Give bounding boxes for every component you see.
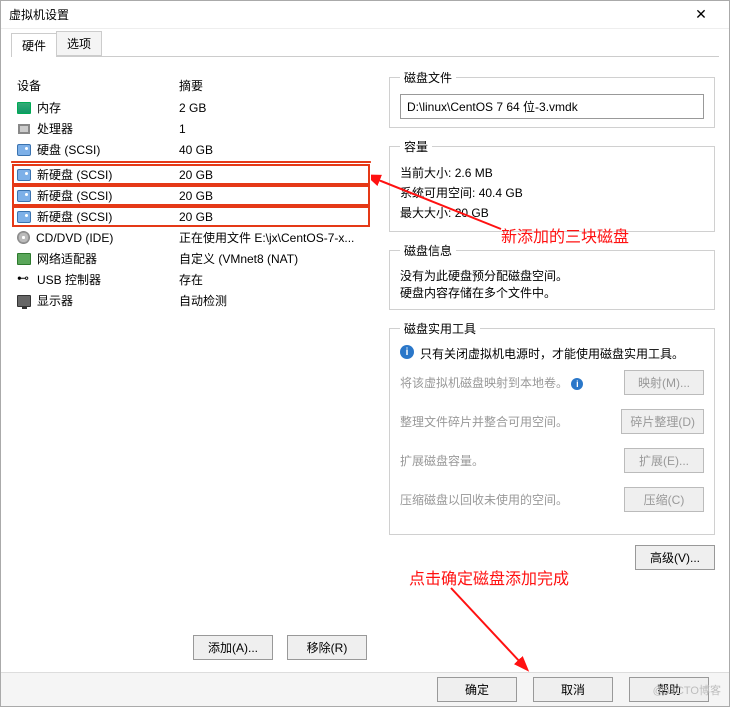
dev-usb-summary: 存在 bbox=[175, 270, 369, 289]
expand-button: 扩展(E)... bbox=[624, 448, 704, 473]
dev-hdd0: 硬盘 (SCSI) bbox=[37, 141, 100, 158]
close-icon[interactable]: ✕ bbox=[681, 6, 721, 23]
info-icon[interactable]: i bbox=[571, 378, 583, 390]
ok-button[interactable]: 确定 bbox=[437, 677, 517, 702]
disk-info-legend: 磁盘信息 bbox=[400, 242, 456, 259]
dev-cd-summary: 正在使用文件 E:\jx\CentOS-7-x... bbox=[175, 228, 369, 247]
compact-text: 压缩磁盘以回收未使用的空间。 bbox=[400, 491, 568, 508]
table-row[interactable]: 新硬盘 (SCSI) 20 GB bbox=[13, 165, 369, 184]
info-icon: i bbox=[400, 345, 414, 359]
display-icon bbox=[17, 295, 31, 307]
col-summary: 摘要 bbox=[175, 75, 369, 96]
device-buttons: 添加(A)... 移除(R) bbox=[193, 635, 367, 660]
table-row[interactable]: 网络适配器 自定义 (VMnet8 (NAT) bbox=[13, 249, 369, 268]
remove-button[interactable]: 移除(R) bbox=[287, 635, 367, 660]
hard-disk-icon bbox=[17, 144, 31, 156]
add-button[interactable]: 添加(A)... bbox=[193, 635, 273, 660]
table-row[interactable]: USB 控制器 存在 bbox=[13, 270, 369, 289]
dev-cpu: 处理器 bbox=[37, 120, 73, 137]
table-row[interactable]: 内存 2 GB bbox=[13, 98, 369, 117]
table-row[interactable]: CD/DVD (IDE) 正在使用文件 E:\jx\CentOS-7-x... bbox=[13, 228, 369, 247]
defrag-text: 整理文件碎片并整合可用空间。 bbox=[400, 413, 568, 430]
memory-icon bbox=[17, 102, 31, 114]
advanced-button[interactable]: 高级(V)... bbox=[635, 545, 715, 570]
dev-hdd2-summary: 20 GB bbox=[175, 186, 369, 205]
table-row[interactable]: 显示器 自动检测 bbox=[13, 291, 369, 310]
dialog-footer: 确定 取消 帮助 bbox=[1, 672, 729, 706]
vm-settings-window: 虚拟机设置 ✕ 硬件 选项 设备 摘要 内存 2 GB bbox=[0, 0, 730, 707]
table-row[interactable]: 新硬盘 (SCSI) 20 GB bbox=[13, 186, 369, 205]
device-table: 设备 摘要 内存 2 GB 处理器 1 硬盘 (SCSI) 40 GB bbox=[11, 73, 371, 312]
tab-options[interactable]: 选项 bbox=[56, 31, 102, 56]
device-list-panel: 设备 摘要 内存 2 GB 处理器 1 硬盘 (SCSI) 40 GB bbox=[11, 59, 371, 666]
map-button: 映射(M)... bbox=[624, 370, 704, 395]
disk-file-path[interactable]: D:\linux\CentOS 7 64 位-3.vmdk bbox=[400, 94, 704, 119]
disk-info-group: 磁盘信息 没有为此硬盘预分配磁盘空间。 硬盘内容存储在多个文件中。 bbox=[389, 242, 715, 310]
usb-icon bbox=[17, 274, 31, 286]
expand-text: 扩展磁盘容量。 bbox=[400, 452, 484, 469]
dev-hdd1: 新硬盘 (SCSI) bbox=[37, 166, 112, 183]
tab-hardware[interactable]: 硬件 bbox=[11, 33, 57, 57]
dev-hdd3-summary: 20 GB bbox=[175, 207, 369, 226]
dev-hdd1-summary: 20 GB bbox=[175, 165, 369, 184]
dev-cd: CD/DVD (IDE) bbox=[36, 231, 113, 245]
details-panel: 磁盘文件 D:\linux\CentOS 7 64 位-3.vmdk 容量 当前… bbox=[371, 59, 719, 666]
capacity-legend: 容量 bbox=[400, 138, 432, 155]
dev-mon: 显示器 bbox=[37, 292, 73, 309]
dev-hdd2: 新硬盘 (SCSI) bbox=[37, 187, 112, 204]
max-size-label: 最大大小: bbox=[400, 206, 451, 220]
hard-disk-icon bbox=[17, 190, 31, 202]
disk-utils-group: 磁盘实用工具 i 只有关闭虚拟机电源时，才能使用磁盘实用工具。 将该虚拟机磁盘映… bbox=[389, 320, 715, 535]
hard-disk-icon bbox=[17, 211, 31, 223]
disk-file-group: 磁盘文件 D:\linux\CentOS 7 64 位-3.vmdk bbox=[389, 69, 715, 128]
disk-file-legend: 磁盘文件 bbox=[400, 69, 456, 86]
window-title: 虚拟机设置 bbox=[9, 6, 681, 23]
map-text: 将该虚拟机磁盘映射到本地卷。 i bbox=[400, 374, 583, 391]
dev-mon-summary: 自动检测 bbox=[175, 291, 369, 310]
dev-net: 网络适配器 bbox=[37, 250, 97, 267]
network-icon bbox=[17, 253, 31, 265]
dev-usb: USB 控制器 bbox=[37, 271, 101, 288]
dev-hdd0-summary: 40 GB bbox=[175, 140, 369, 159]
capacity-group: 容量 当前大小: 2.6 MB 系统可用空间: 40.4 GB 最大大小: 20… bbox=[389, 138, 715, 232]
compact-button: 压缩(C) bbox=[624, 487, 704, 512]
content-area: 硬件 选项 设备 摘要 内存 2 GB 处理器 1 bbox=[1, 29, 729, 672]
cd-icon bbox=[17, 231, 30, 244]
dev-memory: 内存 bbox=[37, 99, 61, 116]
col-device: 设备 bbox=[13, 75, 173, 96]
dev-memory-summary: 2 GB bbox=[175, 98, 369, 117]
current-size-label: 当前大小: bbox=[400, 166, 451, 180]
disk-utils-legend: 磁盘实用工具 bbox=[400, 320, 480, 337]
hard-disk-icon bbox=[17, 169, 31, 181]
cpu-icon bbox=[17, 123, 31, 135]
cancel-button[interactable]: 取消 bbox=[533, 677, 613, 702]
dev-net-summary: 自定义 (VMnet8 (NAT) bbox=[175, 249, 369, 268]
tab-strip: 硬件 选项 bbox=[11, 33, 719, 57]
dev-cpu-summary: 1 bbox=[175, 119, 369, 138]
disk-utils-note: 只有关闭虚拟机电源时，才能使用磁盘实用工具。 bbox=[420, 345, 684, 362]
titlebar: 虚拟机设置 ✕ bbox=[1, 1, 729, 29]
disk-info-line1: 没有为此硬盘预分配磁盘空间。 bbox=[400, 267, 704, 284]
table-row[interactable]: 处理器 1 bbox=[13, 119, 369, 138]
current-size-val: 2.6 MB bbox=[455, 166, 493, 180]
redbox-top bbox=[13, 161, 369, 163]
defrag-button: 碎片整理(D) bbox=[621, 409, 704, 434]
table-row[interactable]: 硬盘 (SCSI) 40 GB bbox=[13, 140, 369, 159]
dev-hdd3: 新硬盘 (SCSI) bbox=[37, 208, 112, 225]
disk-info-line2: 硬盘内容存储在多个文件中。 bbox=[400, 284, 704, 301]
free-space-val: 40.4 GB bbox=[479, 186, 523, 200]
table-row[interactable]: 新硬盘 (SCSI) 20 GB bbox=[13, 207, 369, 226]
free-space-label: 系统可用空间: bbox=[400, 186, 475, 200]
help-button[interactable]: 帮助 bbox=[629, 677, 709, 702]
max-size-val: 20 GB bbox=[455, 206, 489, 220]
